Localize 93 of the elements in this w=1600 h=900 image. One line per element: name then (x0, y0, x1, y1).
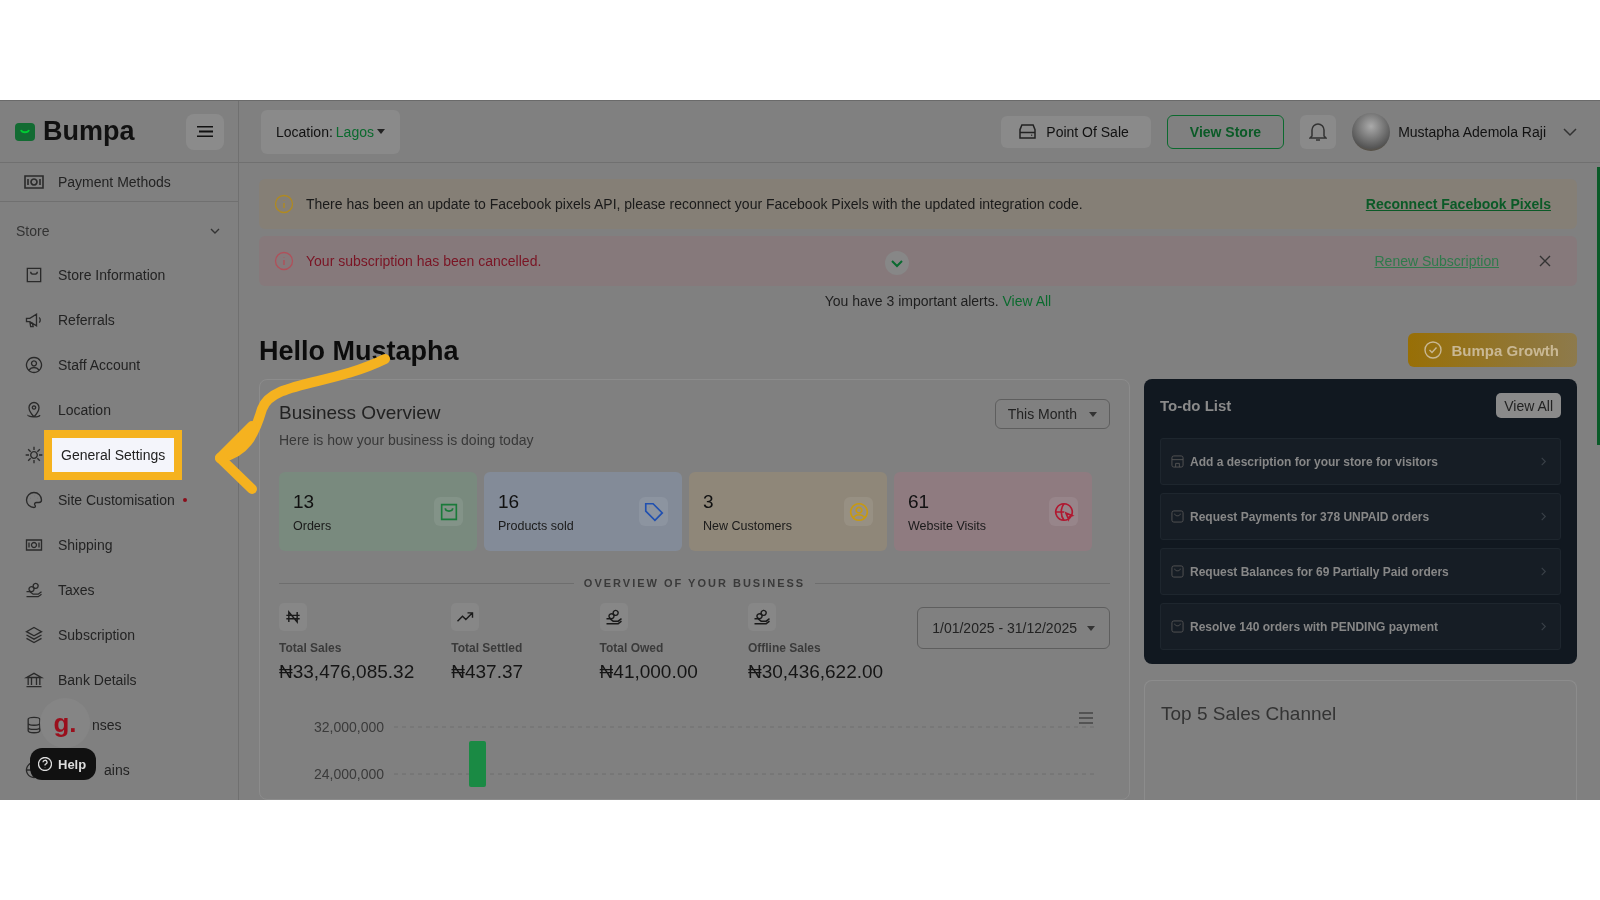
sidebar-item[interactable]: Staff Account (58, 356, 141, 373)
shopping-bag-icon (1171, 565, 1184, 578)
stat-card[interactable]: 16 Products sold (484, 472, 682, 551)
period-dropdown[interactable]: This Month (994, 399, 1110, 429)
metric-value: ₦33,476,085.32 (279, 661, 416, 683)
point-of-sale-button[interactable]: Point Of Sale (1001, 115, 1151, 148)
todo-item[interactable]: Add a description for your store for visitors (1160, 438, 1561, 485)
alert-text: There has been an update to Facebook pixels API, please reconnect your Facebook Pixels with the updated integration code. (306, 196, 1083, 212)
chart-bar (469, 741, 486, 787)
stat-card[interactable]: 3 New Customers (689, 472, 887, 551)
close-icon[interactable] (1539, 255, 1551, 267)
notifications-button[interactable] (1300, 114, 1337, 149)
bell-icon (1309, 122, 1328, 141)
section-header[interactable]: Store (16, 223, 50, 239)
caret-icon (1089, 411, 1097, 417)
date-range-dropdown[interactable]: 1/01/2025 - 31/12/2025 (917, 607, 1110, 649)
register-icon (1019, 124, 1037, 139)
shopping-bag-icon (1171, 510, 1184, 523)
alert-link[interactable]: Reconnect Facebook Pixels (1365, 196, 1551, 212)
alerts-summary: You have 3 important alerts. (824, 293, 999, 309)
bumpa-growth-button[interactable]: Bumpa Growth (1407, 333, 1577, 367)
storefront-icon (1171, 455, 1184, 468)
caret-icon (377, 129, 385, 134)
chevron-icon[interactable] (210, 228, 220, 234)
alert-text: Your subscription has been cancelled. (306, 253, 542, 269)
sidebar-item[interactable]: ains (104, 761, 130, 778)
metric-value: ₦41,000.00 (599, 661, 699, 683)
card-title: To-do List (1160, 397, 1232, 414)
section-label: OVERVIEW OF YOUR BUSINESS (583, 577, 806, 589)
view-all-button[interactable]: View All (1496, 393, 1561, 418)
sidebar-item[interactable]: nses (92, 716, 122, 733)
brand-name: Bumpa (43, 116, 135, 147)
expand-button[interactable] (885, 251, 909, 275)
chevron-right-icon (1539, 512, 1548, 521)
metric-label: Total Sales (279, 641, 343, 655)
info-icon (274, 251, 294, 271)
stat-label: Website Visits (908, 518, 987, 533)
layers-icon (24, 624, 44, 645)
sidebar-item[interactable]: Referrals (58, 311, 115, 328)
logo-icon (15, 121, 35, 142)
metric-label: Total Owed (599, 641, 665, 655)
stat-value: 3 (703, 490, 715, 513)
metric-value: ₦437.37 (451, 661, 525, 683)
menu-button[interactable] (186, 113, 224, 150)
todo-item[interactable]: Request Balances for 69 Partially Paid orders (1160, 548, 1561, 595)
stat-label: Orders (293, 518, 332, 533)
banknote-icon (24, 172, 44, 192)
metric-label: Offline Sales (747, 641, 822, 655)
caret-icon (1087, 625, 1095, 631)
stat-label: Products sold (498, 518, 574, 533)
greeting-heading: Hello Mustapha (259, 336, 459, 367)
shopping-bag-icon (1171, 620, 1184, 633)
chat-bubble[interactable]: g. (40, 698, 90, 748)
help-icon (38, 757, 52, 771)
sidebar-item[interactable]: General Settings (44, 429, 183, 480)
metric-value: ₦30,436,622.00 (747, 661, 885, 683)
naira-icon (283, 607, 303, 627)
card-subtitle: Here is how your business is doing today (279, 432, 534, 448)
menu-icon (197, 126, 213, 137)
help-button[interactable]: Help (30, 748, 97, 780)
stat-value: 13 (293, 490, 316, 513)
chevron-right-icon (1539, 567, 1548, 576)
sidebar-item[interactable]: Payment Methods (0, 163, 238, 202)
sidebar-item[interactable]: Store Information (58, 266, 166, 283)
stat-card[interactable]: 13 Orders (279, 472, 477, 551)
stat-card[interactable]: 61 Website Visits (894, 472, 1092, 551)
view-store-button[interactable]: View Store (1166, 114, 1285, 149)
sidebar-item[interactable]: Bank Details (58, 671, 137, 688)
card-title: Top 5 Sales Channel (1161, 703, 1338, 725)
sidebar-item[interactable]: Taxes (58, 581, 95, 598)
stat-label: New Customers (703, 518, 792, 533)
sidebar-item-label[interactable]: Payment Methods (58, 174, 171, 190)
check-circle-icon (1423, 341, 1442, 359)
stat-value: 16 (498, 490, 521, 513)
card-title: Business Overview (279, 402, 442, 424)
axis-tick-label: 32,000,000 (313, 719, 384, 735)
info-icon (274, 194, 294, 214)
todo-item[interactable]: Request Payments for 378 UNPAID orders (1160, 493, 1561, 540)
sidebar-item[interactable]: Site Customisation (58, 491, 175, 508)
chevron-right-icon (1539, 622, 1548, 631)
sidebar-item[interactable]: Subscription (58, 626, 136, 643)
axis-tick-label: 24,000,000 (313, 766, 384, 783)
todo-item[interactable]: Resolve 140 orders with PENDING payment (1160, 603, 1561, 650)
metric-label: Total Settled (451, 641, 524, 655)
location-dropdown[interactable]: Location: Lagos (261, 109, 400, 154)
sidebar-item[interactable]: Location (58, 401, 111, 418)
stat-value: 61 (908, 490, 931, 513)
avatar[interactable] (1352, 112, 1391, 151)
chevron-right-icon (1539, 457, 1548, 466)
palette-icon (24, 489, 44, 510)
user-name[interactable]: Mustapha Ademola Raji (1398, 123, 1546, 140)
chart-menu-icon[interactable] (1078, 712, 1094, 724)
sidebar-item[interactable]: Shipping (58, 536, 113, 553)
